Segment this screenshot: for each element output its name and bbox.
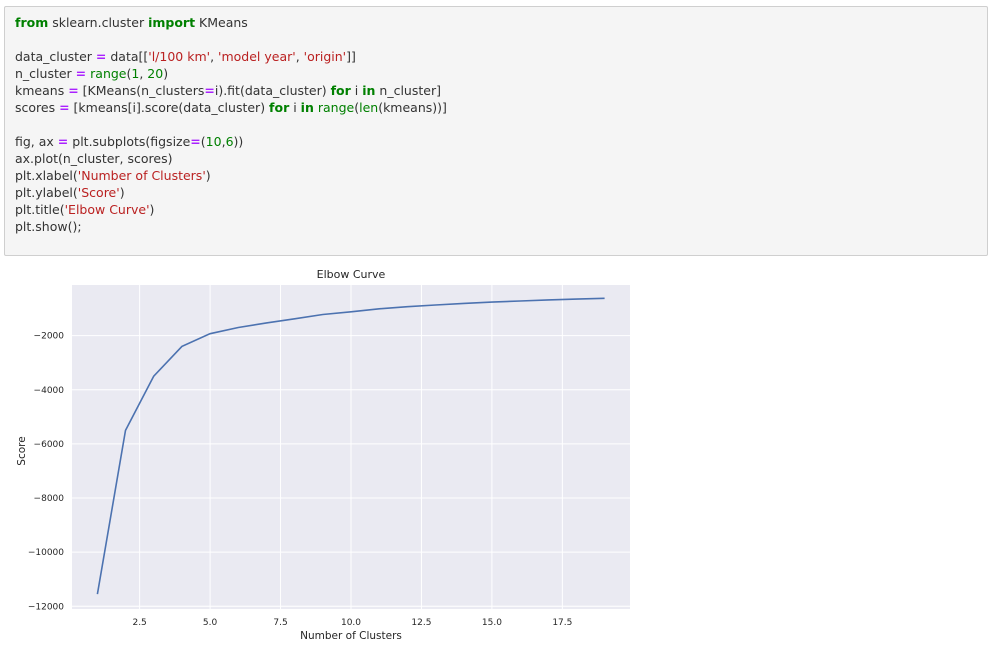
code-token: ) (205, 168, 211, 183)
code-token: from (15, 15, 49, 30)
code-line: data_cluster = data[['l/100 km', 'model … (15, 48, 987, 65)
code-token: = (190, 134, 201, 149)
code-line: ax.plot(n_cluster, scores) (15, 150, 987, 167)
code-editor[interactable]: from sklearn.cluster import KMeans data_c… (15, 14, 987, 235)
code-token: plt.show(); (15, 219, 82, 234)
x-tick-label: 12.5 (411, 618, 431, 628)
code-token: ) (149, 202, 155, 217)
code-token: plt.xlabel( (15, 168, 78, 183)
code-token: = (75, 66, 87, 81)
y-tick-label: −4000 (34, 386, 65, 396)
code-token: plt.title( (15, 202, 65, 217)
code-token: = (59, 100, 70, 115)
code-token: len (359, 100, 379, 115)
y-tick-label: −2000 (34, 332, 65, 342)
y-tick-label: −12000 (28, 602, 64, 612)
code-line: from sklearn.cluster import KMeans (15, 14, 987, 31)
code-token: , (295, 49, 304, 64)
code-token: KMeans (195, 15, 248, 30)
code-line: plt.ylabel('Score') (15, 184, 987, 201)
x-tick-label: 7.5 (273, 618, 287, 628)
code-token: in (300, 100, 314, 115)
y-tick-label: −10000 (28, 548, 64, 558)
code-token: , (210, 49, 219, 64)
code-token: plt.ylabel( (15, 185, 78, 200)
x-tick-label: 2.5 (132, 618, 146, 628)
code-token: 20 (147, 66, 164, 81)
x-tick-label: 10.0 (341, 618, 361, 628)
code-token: 10 (205, 134, 222, 149)
code-token: (kmeans))] (378, 100, 447, 115)
code-token: ) (163, 66, 169, 81)
code-line: plt.xlabel('Number of Clusters') (15, 167, 987, 184)
code-line: kmeans = [KMeans(n_clusters=i).fit(data_… (15, 82, 987, 99)
code-token: data[[ (106, 49, 149, 64)
code-token: kmeans (15, 83, 69, 98)
y-axis-label: Score (16, 436, 28, 465)
x-axis-ticks: 2.5 5.0 7.5 10.0 12.5 15.0 17.5 (132, 618, 572, 628)
code-line: fig, ax = plt.subplots(figsize=(10,6)) (15, 133, 987, 150)
chart-title: Elbow Curve (317, 268, 386, 281)
code-token: 'origin' (303, 49, 347, 64)
y-axis-ticks: −2000 −4000 −6000 −8000 −10000 −12000 (28, 332, 64, 613)
code-line: plt.title('Elbow Curve') (15, 201, 987, 218)
code-line: plt.show(); (15, 218, 987, 235)
code-token: sklearn.cluster (48, 15, 149, 30)
code-cell[interactable]: from sklearn.cluster import KMeans data_c… (4, 6, 988, 256)
code-line: n_cluster = range(1, 20) (15, 65, 987, 82)
code-token: = (68, 83, 79, 98)
y-tick-label: −6000 (34, 440, 65, 450)
code-token: i (289, 100, 301, 115)
code-token: = (204, 83, 215, 98)
code-token: = (57, 134, 69, 149)
code-token: 'model year' (218, 49, 296, 64)
code-token: scores (15, 100, 60, 115)
code-token: = (95, 49, 107, 64)
code-token: range (317, 100, 355, 115)
code-token: in (362, 83, 376, 98)
code-token: for (269, 100, 290, 115)
elbow-chart: 2.5 5.0 7.5 10.0 12.5 15.0 17.5 −2000 −4000 −600… (16, 268, 630, 642)
x-tick-label: 15.0 (482, 618, 502, 628)
code-token: import (148, 15, 196, 30)
x-axis-label: Number of Clusters (300, 630, 402, 642)
code-token: [KMeans(n_clusters (78, 83, 205, 98)
code-token: n_cluster] (375, 83, 441, 98)
code-token: 'Elbow Curve' (64, 202, 150, 217)
code-token: 'l/100 km' (148, 49, 211, 64)
code-line: scores = [kmeans[i].score(data_cluster) … (15, 99, 987, 116)
code-token: [kmeans[i].score(data_cluster) (69, 100, 270, 115)
code-token: i).fit(data_cluster) (214, 83, 331, 98)
code-token: 'Number of Clusters' (77, 168, 206, 183)
code-token: 'Score' (77, 185, 120, 200)
code-token: ]] (346, 49, 356, 64)
code-token: n_cluster (15, 66, 76, 81)
code-token: for (330, 83, 351, 98)
code-token: data_cluster (15, 49, 96, 64)
x-tick-label: 5.0 (203, 618, 218, 628)
code-token: 6 (225, 134, 234, 149)
y-tick-label: −8000 (34, 494, 65, 504)
x-tick-label: 17.5 (552, 618, 572, 628)
code-token: fig, ax (15, 134, 58, 149)
code-token: ax.plot(n_cluster, scores) (15, 151, 173, 166)
code-token: i (350, 83, 363, 98)
output-area: 2.5 5.0 7.5 10.0 12.5 15.0 17.5 −2000 −4000 −600… (0, 262, 640, 657)
code-token: )) (233, 134, 244, 149)
code-token: range (90, 66, 127, 81)
code-token: ) (119, 185, 125, 200)
code-token: plt.subplots(figsize (68, 134, 191, 149)
